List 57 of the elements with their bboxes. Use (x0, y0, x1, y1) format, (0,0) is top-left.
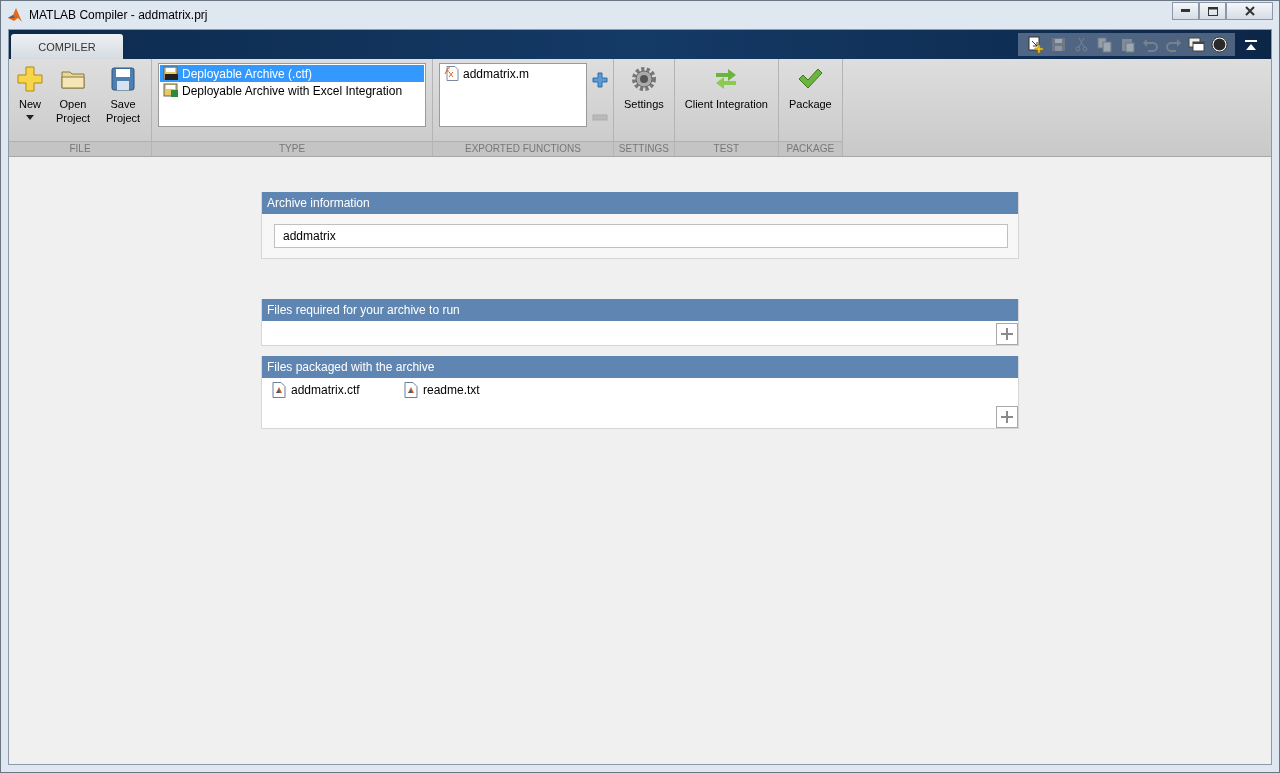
minimize-icon (1181, 9, 1190, 13)
file-name: addmatrix.ctf (291, 383, 360, 397)
folder-icon (60, 68, 86, 90)
ribbon-tab[interactable]: COMPILER (11, 34, 123, 59)
archive-name-field[interactable]: addmatrix (274, 224, 1008, 248)
windows-button[interactable] (1187, 35, 1206, 54)
redo-icon (1165, 36, 1182, 53)
package-button[interactable]: Package (782, 63, 838, 122)
group-label: EXPORTED FUNCTIONS (433, 141, 613, 156)
paste-icon (1119, 36, 1136, 53)
swap-arrows-icon (714, 67, 739, 91)
close-button[interactable] (1226, 2, 1273, 20)
add-file-button[interactable] (996, 406, 1018, 428)
file-icon (272, 382, 286, 398)
panel-header: Files packaged with the archive (262, 356, 1018, 378)
settings-button[interactable]: Settings (618, 63, 670, 122)
archive-spreadsheet-icon (163, 83, 179, 98)
new-file-icon (1027, 36, 1044, 53)
minimize-button[interactable] (1172, 2, 1199, 20)
open-button[interactable]: Open Project (49, 63, 97, 136)
add-file-button[interactable] (996, 323, 1018, 345)
app-logo-icon (7, 7, 23, 23)
type-option[interactable]: Deployable Archive with Excel Integration (160, 82, 424, 99)
function-item[interactable]: addmatrix.m (441, 65, 585, 82)
group-label: SETTINGS (614, 141, 674, 156)
save-button[interactable]: Save Project (99, 63, 147, 136)
group-label: TYPE (152, 141, 432, 156)
group-label: PACKAGE (778, 141, 842, 156)
plus-icon (1000, 410, 1014, 424)
copy-icon (1096, 36, 1113, 53)
plus-icon (17, 66, 43, 92)
file-icon (404, 382, 418, 398)
check-mark-icon (797, 68, 824, 90)
collapse-ribbon-button[interactable] (1245, 39, 1257, 50)
panel-header: Files required for your archive to run (262, 299, 1018, 321)
new-button[interactable]: New (13, 63, 47, 122)
group-label: FILE (9, 141, 151, 156)
gear-icon (630, 66, 657, 92)
window-title: MATLAB Compiler - addmatrix.prj (29, 8, 208, 22)
integration-button[interactable]: Client Integration (678, 63, 774, 122)
cut-icon (1073, 36, 1090, 53)
add-function-button[interactable] (591, 71, 609, 89)
collapse-icon (1245, 39, 1257, 50)
function-file-icon (444, 66, 460, 81)
plus-icon (592, 72, 608, 88)
group-label: TEST (674, 141, 778, 156)
maximize-icon (1207, 6, 1218, 16)
windows-icon (1188, 36, 1205, 53)
close-icon (1244, 6, 1255, 16)
new-file-button[interactable] (1026, 35, 1045, 54)
panel-header: Archive information (262, 192, 1018, 214)
plus-icon (1000, 327, 1014, 341)
file-name: readme.txt (423, 383, 480, 397)
minus-icon (592, 114, 608, 122)
save-icon (1050, 36, 1067, 53)
maximize-button[interactable] (1199, 2, 1226, 20)
archive-icon (163, 66, 179, 81)
